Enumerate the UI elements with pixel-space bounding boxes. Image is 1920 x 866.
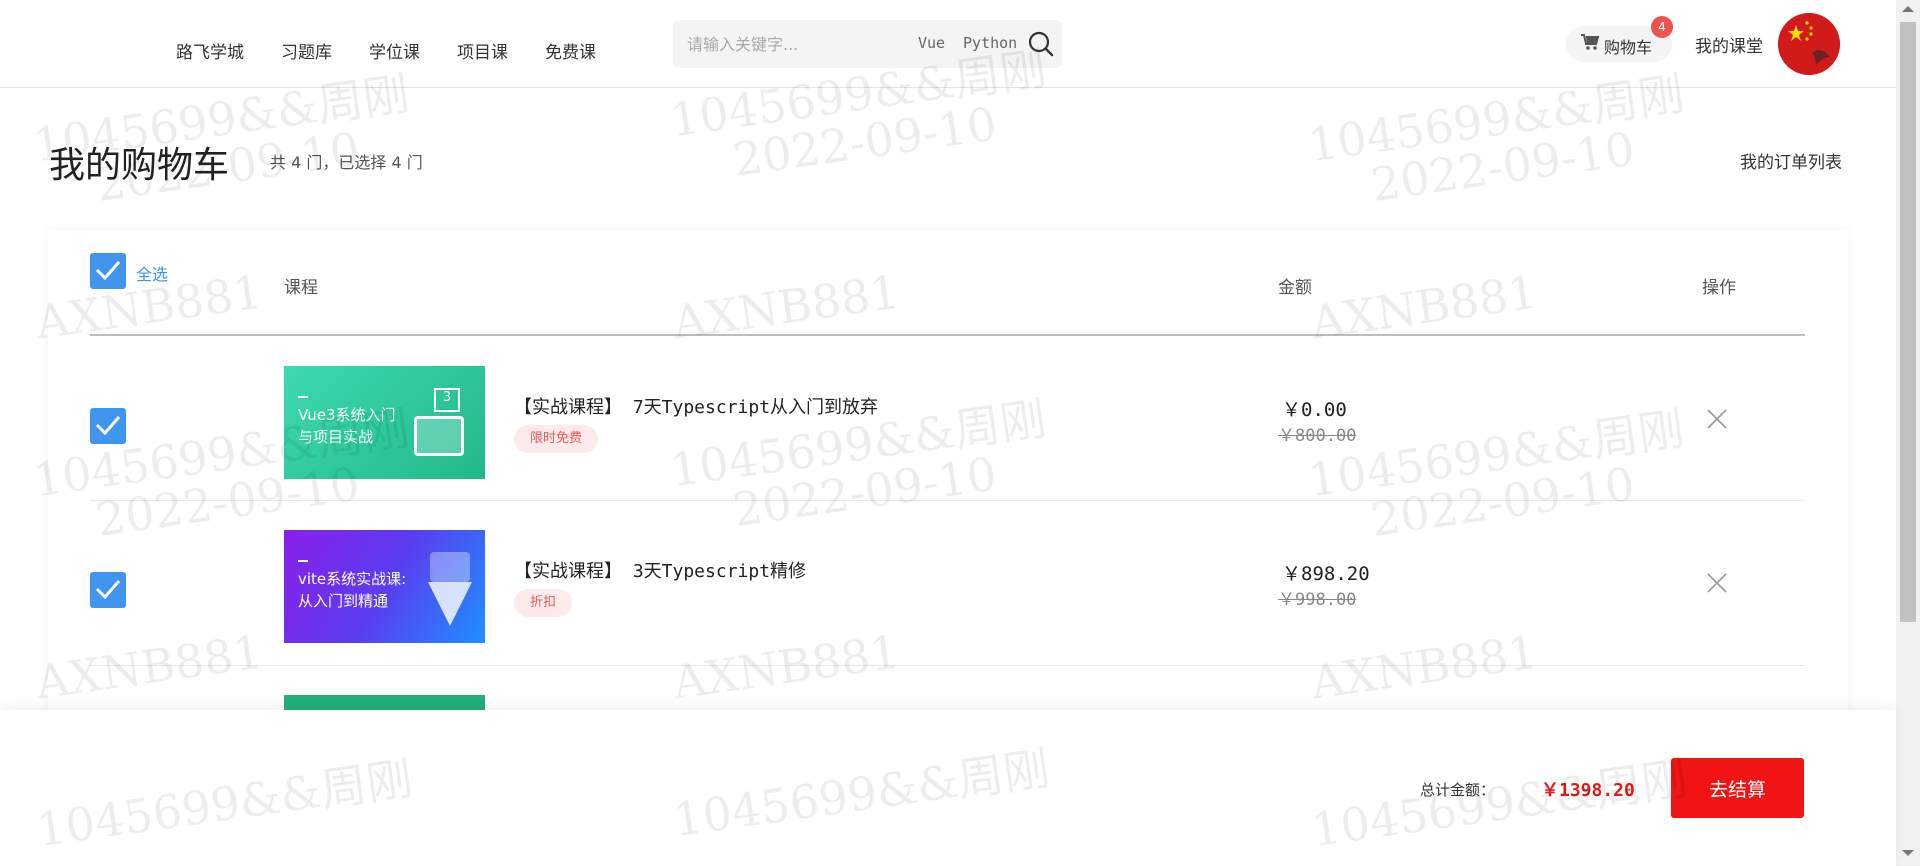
course-name[interactable]: 【实战课程】 3天Typescript精修: [514, 557, 806, 583]
scroll-down-icon[interactable]: [1902, 850, 1914, 856]
item-checkbox[interactable]: [90, 572, 126, 608]
col-amount: 金额: [1278, 278, 1312, 298]
nav-item-home[interactable]: 路飞学城: [176, 38, 244, 63]
nav-item-free[interactable]: 免费课: [545, 38, 596, 63]
hot-keyword-vue[interactable]: Vue: [918, 34, 945, 52]
search-input[interactable]: [687, 32, 887, 56]
my-orders-link[interactable]: 我的订单列表: [1740, 148, 1842, 173]
cart-count-badge: 4: [1651, 16, 1673, 38]
item-price: ￥0.00: [1282, 399, 1347, 421]
page-title: 我的购物车: [49, 145, 230, 186]
my-class-link[interactable]: 我的课堂: [1695, 32, 1763, 57]
checkout-button[interactable]: 去结算: [1671, 758, 1804, 818]
col-course: 课程: [284, 278, 318, 298]
search-icon[interactable]: [1027, 30, 1055, 58]
thumb-dash: [298, 396, 308, 398]
select-all-checkbox[interactable]: [90, 253, 126, 289]
cart-summary: 共 4 门，已选择 4 门: [270, 153, 423, 172]
item-original-price: ￥800.00: [1278, 426, 1357, 446]
course-thumbnail[interactable]: Vue3系统入门 与项目实战 3: [284, 366, 485, 479]
code-window-icon: [430, 552, 470, 582]
checkout-footer: 总计金额： ￥1398.20 去结算: [0, 710, 1896, 866]
course-thumbnail[interactable]: vite系统实战课: 从入门到精通: [284, 530, 485, 643]
item-price: ￥898.20: [1282, 563, 1370, 585]
avatar[interactable]: [1778, 13, 1840, 75]
top-header: 路飞学城 习题库 学位课 项目课 免费课 Vue Python 购物车 4 我的…: [0, 0, 1896, 88]
course-name[interactable]: 【实战课程】 7天Typescript从入门到放弃: [514, 393, 878, 419]
header-divider: [90, 334, 1805, 336]
thumb-text: vite系统实战课: 从入门到精通: [298, 570, 407, 610]
item-checkbox[interactable]: [90, 408, 126, 444]
cart-page: 路飞学城 习题库 学位课 项目课 免费课 Vue Python 购物车 4 我的…: [0, 0, 1920, 866]
vite-logo-icon: [428, 582, 472, 626]
flag-avatar-image: [1778, 13, 1840, 75]
cart-label: 购物车: [1604, 38, 1653, 57]
check-icon: [95, 261, 121, 281]
col-action: 操作: [1702, 278, 1736, 298]
nav-item-degree[interactable]: 学位课: [369, 38, 420, 63]
select-all-label[interactable]: 全选: [136, 261, 168, 285]
vue-logo-icon: [414, 416, 464, 456]
row-divider: [90, 500, 1805, 501]
discount-tag: 限时免费: [514, 425, 599, 453]
item-original-price: ￥998.00: [1278, 590, 1357, 610]
delete-icon[interactable]: [1705, 407, 1729, 431]
nav-item-projects[interactable]: 项目课: [457, 38, 508, 63]
cart-icon: [1581, 34, 1600, 50]
check-icon: [95, 580, 121, 600]
thumb-text: Vue3系统入门 与项目实战: [298, 406, 396, 446]
watermark: 1045699&&周刚2022-09-10: [1304, 66, 1688, 213]
scroll-up-icon[interactable]: [1902, 6, 1914, 12]
nav-item-exercises[interactable]: 习题库: [281, 38, 332, 63]
discount-tag: 折扣: [514, 589, 573, 617]
main-nav: 路飞学城 习题库 学位课 项目课 免费课: [176, 38, 596, 63]
row-divider: [90, 665, 1805, 666]
page-scrollbar[interactable]: [1896, 0, 1920, 866]
check-icon: [95, 416, 121, 436]
total-label: 总计金额：: [1420, 781, 1496, 799]
delete-icon[interactable]: [1705, 571, 1729, 595]
scroll-thumb[interactable]: [1900, 22, 1916, 622]
total-amount: ￥1398.20: [1541, 780, 1635, 801]
badge-3-icon: 3: [434, 388, 460, 412]
thumb-dash: [298, 560, 308, 562]
search-bar: Vue Python: [673, 20, 1062, 68]
hot-keyword-python[interactable]: Python: [963, 34, 1017, 52]
